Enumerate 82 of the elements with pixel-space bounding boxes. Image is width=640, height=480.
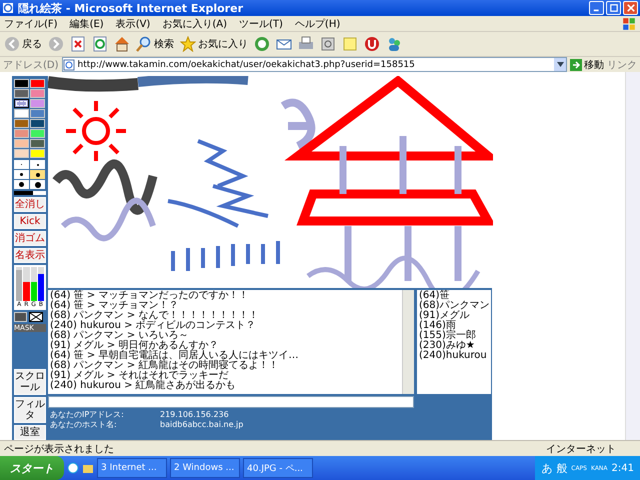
edit-icon[interactable]	[320, 36, 336, 52]
scrollbar[interactable]	[402, 290, 414, 394]
chat-message: (91) メグル > 明日何かあるんすか？	[50, 341, 218, 351]
user-name[interactable]: (68)パンクマン	[419, 301, 489, 311]
chat-message: (240) hukurou > 紅鳥龍さあが出るかも	[50, 381, 237, 391]
user-name[interactable]: (230)みゆ★	[419, 341, 489, 351]
info-label: あなたのホスト名:	[50, 420, 118, 430]
user-name[interactable]: (155)宗一郎	[419, 331, 489, 341]
clock: 2:41	[612, 462, 634, 474]
search-button[interactable]: 検索	[136, 36, 174, 52]
close-icon	[626, 4, 634, 12]
go-button[interactable]: 移動	[570, 58, 604, 72]
window-title: 隠れ絵茶 - Microsoft Internet Explorer	[18, 0, 244, 16]
user-name[interactable]: (240)hukurou	[419, 351, 489, 361]
menu-item[interactable]: ヘルプ(H)	[294, 16, 340, 30]
links-button[interactable]: リンク	[607, 58, 637, 72]
star-icon	[180, 36, 196, 52]
chat-message: (240) hukurou > ボディビルのコンテスト？	[50, 321, 257, 331]
user-name[interactable]: (146)雨	[419, 321, 489, 331]
brush-size-button[interactable]	[30, 170, 45, 179]
search-icon	[136, 36, 152, 52]
menu-item[interactable]: ツール(T)	[239, 16, 283, 30]
media-icon[interactable]	[254, 36, 270, 52]
back-button[interactable]: 戻る	[4, 36, 42, 52]
u-logo-icon[interactable]	[364, 36, 380, 52]
info-label: あなたのIPアドレス:	[50, 410, 125, 420]
meter-bar[interactable]	[38, 274, 44, 301]
tool-button[interactable]: 消ゴム	[14, 231, 46, 246]
maximize-icon	[610, 4, 618, 12]
user-name[interactable]: (91)メグル	[419, 311, 489, 321]
people-icon[interactable]	[386, 36, 402, 52]
windows-logo-icon	[622, 16, 636, 30]
favorites-button[interactable]: お気に入り	[180, 36, 248, 52]
info-value: baidb6abcc.bai.ne.jp	[160, 420, 244, 430]
taskbar-button[interactable]: 2 Windows ...	[170, 458, 240, 478]
brush-size-button[interactable]	[14, 170, 29, 179]
address-field[interactable]: http://www.takamin.com/oekakichat/user/oekakichat3.php?userid=158515	[62, 57, 567, 72]
page-scrollbar[interactable]	[625, 72, 640, 440]
brush-size-button[interactable]	[14, 180, 29, 189]
address-label: アドレス(D)	[3, 58, 59, 72]
taskbar-button[interactable]: 3 Internet ...	[97, 458, 167, 478]
minimize-button[interactable]	[589, 1, 604, 15]
quick-launch-icon[interactable]	[67, 462, 79, 474]
chat-message: (64) 笹 > マッチョマンだったのですか！！	[50, 291, 250, 301]
folder-icon[interactable]	[82, 462, 94, 474]
info-value: 219.106.156.236	[160, 410, 229, 420]
zone-indicator: インターネット	[546, 442, 617, 456]
cross-icon[interactable]	[29, 312, 43, 322]
menu-item[interactable]: 編集(E)	[70, 16, 104, 30]
home-icon[interactable]	[114, 36, 130, 52]
tool-button[interactable]: 名表示	[14, 248, 46, 263]
tool-button[interactable]: Kick	[14, 214, 46, 229]
chat-message: (64) 笹 > 早朝自宅電話は、同居人いる人にはキツイ…	[50, 351, 300, 361]
chat-message: (91) メグル > それはそれでラッキーだ	[50, 371, 228, 381]
taskbar-button[interactable]: 40.JPG - ペ...	[243, 458, 313, 478]
brush-size-button[interactable]	[30, 180, 45, 189]
color-swatch[interactable]	[14, 99, 29, 108]
chat-message: (64) 笹 > マッチョマン！？	[50, 301, 180, 311]
chat-button[interactable]: スクロール	[14, 369, 46, 395]
chat-message: (68) パンクマン > いろいろ～	[50, 331, 188, 341]
tool-button[interactable]: 全消し	[14, 197, 46, 212]
browser-icon	[2, 2, 14, 14]
status-text: ページが表示されました	[4, 442, 115, 456]
start-button[interactable]: スタート	[0, 456, 64, 480]
maximize-button[interactable]	[606, 1, 621, 15]
chat-message: (68) パンクマン > 紅鳥龍はその時間寝てるよ！！	[50, 361, 280, 371]
dropdown-arrow-icon[interactable]	[556, 62, 564, 67]
print-icon[interactable]	[298, 36, 314, 52]
mask-swatch[interactable]	[14, 312, 27, 322]
menu-item[interactable]: 表示(V)	[116, 16, 150, 30]
message-field[interactable]	[48, 396, 414, 408]
chat-button[interactable]: 退室	[14, 425, 46, 440]
brush-size-button[interactable]	[30, 160, 45, 169]
thickness-bar[interactable]	[14, 191, 46, 195]
stop-icon[interactable]	[70, 36, 86, 52]
user-name[interactable]: (64)笹	[419, 291, 489, 301]
close-button[interactable]	[623, 1, 638, 15]
menu-item[interactable]: お気に入り(A)	[162, 16, 227, 30]
chat-message: (68) パンクマン > なんで！！！！！！！！！	[50, 311, 260, 321]
refresh-icon[interactable]	[92, 36, 108, 52]
chat-button[interactable]: フィルタ	[14, 397, 46, 423]
menu-item[interactable]: ファイル(F)	[4, 16, 58, 30]
